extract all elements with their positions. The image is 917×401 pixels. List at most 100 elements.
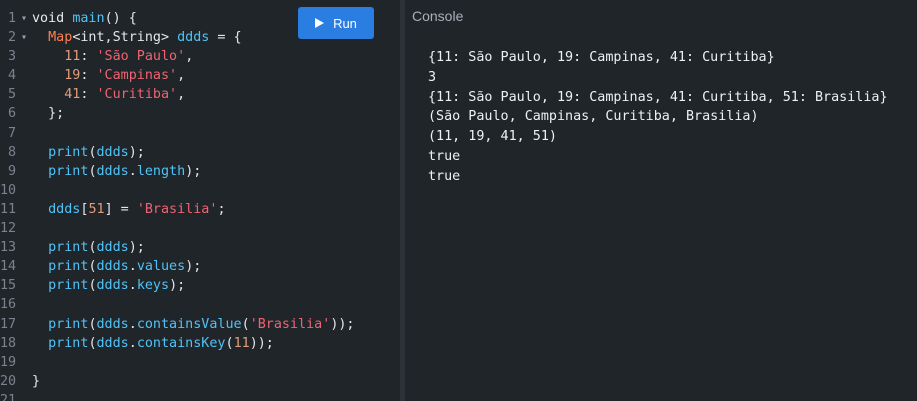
code-token: , (185, 49, 194, 65)
code-text: print(ddds.containsKey(11)); (32, 334, 355, 353)
code-token: ( (88, 259, 97, 275)
code-token: } (32, 373, 41, 389)
code-line[interactable]: 5 41: 'Curitiba', (0, 85, 355, 104)
dartpad-window: 1 ▾ void main() {2 ▾ Map<int,String> ddds =… (0, 0, 917, 401)
code-token: ); (169, 278, 186, 294)
code-token: . (128, 278, 137, 294)
code-line[interactable]: 15 print(ddds.keys); (0, 276, 355, 295)
code-token: ( (225, 335, 234, 351)
code-token: }; (32, 106, 65, 122)
code-token: print (48, 240, 89, 256)
code-token: ( (88, 240, 97, 256)
line-number: 10 (0, 182, 17, 198)
code-line[interactable]: 18 print(ddds.containsKey(11)); (0, 334, 355, 353)
code-token: 19 (64, 68, 81, 84)
code-line[interactable]: 14 print(ddds.values); (0, 257, 355, 276)
code-line[interactable]: 17 print(ddds.containsValue('Brasilia'))… (0, 315, 355, 334)
code-token: )); (330, 316, 355, 332)
code-line[interactable]: 13 print(ddds); (0, 238, 355, 257)
code-area[interactable]: 1 ▾ void main() {2 ▾ Map<int,String> ddds =… (0, 9, 355, 401)
code-token: 51 (88, 201, 105, 217)
code-line[interactable]: 10 (0, 181, 355, 200)
code-token: print (48, 278, 89, 294)
console-output: {11: São Paulo, 19: Campinas, 41: Curiti… (428, 48, 888, 187)
code-token: 'Brasilia' (249, 316, 331, 332)
run-button[interactable]: Run (298, 7, 374, 39)
code-token: ); (128, 144, 145, 160)
fold-arrow-icon[interactable]: ▾ (16, 9, 32, 28)
code-token: . (128, 259, 137, 275)
line-number: 19 (0, 354, 17, 370)
code-line[interactable]: 8 print(ddds); (0, 143, 355, 162)
code-token: ddds (96, 278, 129, 294)
code-line[interactable]: 12 (0, 219, 355, 238)
code-text: print(ddds.keys); (32, 276, 355, 295)
line-number: 16 (0, 297, 17, 313)
code-token: ddds (96, 163, 129, 179)
code-text: 11: 'São Paulo', (32, 47, 355, 66)
console-line: (11, 19, 41, 51) (428, 129, 557, 145)
code-line[interactable]: 11 ddds[51] = 'Brasilia'; (0, 200, 355, 219)
code-token: 'Campinas' (96, 68, 178, 84)
code-token: print (48, 259, 89, 275)
code-token: 'Curitiba' (96, 87, 178, 103)
code-line[interactable]: 6 }; (0, 104, 355, 123)
line-number: 21 (0, 392, 17, 401)
code-token: 41 (64, 87, 81, 103)
code-line[interactable]: 3 11: 'São Paulo', (0, 47, 355, 66)
code-token: ); (185, 163, 202, 179)
console-line: (São Paulo, Campinas, Curitiba, Brasilia… (428, 109, 759, 125)
code-token: ddds (177, 30, 210, 46)
code-token: print (48, 316, 89, 332)
code-token: . (128, 316, 137, 332)
code-text: ddds[51] = 'Brasilia'; (32, 200, 355, 219)
code-text: 19: 'Campinas', (32, 66, 355, 85)
fold-arrow-icon[interactable]: ▾ (16, 28, 32, 47)
run-button-label: Run (333, 15, 357, 31)
play-icon (315, 18, 325, 28)
code-line[interactable]: 21 (0, 391, 355, 401)
code-token: ddds (96, 144, 129, 160)
code-token: ; (217, 201, 226, 217)
console-line: true (428, 168, 461, 184)
code-token: ddds (96, 316, 129, 332)
code-token: 'Brasilia' (136, 201, 218, 217)
code-editor[interactable]: 1 ▾ void main() {2 ▾ Map<int,String> ddds =… (0, 0, 400, 401)
code-line[interactable]: 9 print(ddds.length); (0, 162, 355, 181)
code-line[interactable]: 7 (0, 124, 355, 143)
code-token: ddds (96, 259, 129, 275)
code-token: containsKey (136, 335, 226, 351)
line-number: 17 (0, 316, 17, 332)
line-number: 13 (0, 240, 17, 256)
code-token: ); (185, 259, 202, 275)
code-text: 41: 'Curitiba', (32, 85, 355, 104)
code-line[interactable]: 20} (0, 372, 355, 391)
code-token: ] = (104, 201, 137, 217)
code-token: . (128, 163, 137, 179)
code-line[interactable]: 16 (0, 295, 355, 314)
code-line[interactable]: 4 19: 'Campinas', (0, 66, 355, 85)
code-line[interactable]: 19 (0, 353, 355, 372)
code-token: ( (88, 278, 97, 294)
code-token: ( (88, 163, 97, 179)
code-token: 'São Paulo' (96, 49, 186, 65)
code-token: : (80, 49, 97, 65)
console-line: {11: São Paulo, 19: Campinas, 41: Curiti… (428, 50, 775, 65)
